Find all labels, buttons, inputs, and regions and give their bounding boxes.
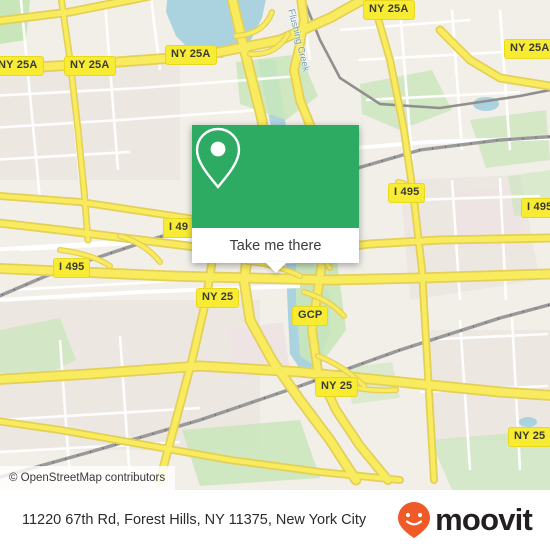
road-shield-ny25a: NY 25A <box>165 45 217 65</box>
popup-header <box>192 125 359 228</box>
attribution-text: © OpenStreetMap contributors <box>9 472 166 484</box>
road-shield-ny25: NY 25 <box>196 288 240 308</box>
road-shield-ny25a: NY 25A <box>64 56 116 76</box>
address-text: 11220 67th Rd, Forest Hills, NY 11375, N… <box>22 511 367 528</box>
road-shield-i495: I 495 <box>53 258 91 278</box>
water-pond-2 <box>519 417 537 427</box>
road-shield-ny25: NY 25 <box>508 427 550 447</box>
moovit-map-screenshot: Flushing Creek NY 25A NY 25A NY 25A NY 2… <box>0 0 550 550</box>
road-shield-i495: I 495 <box>521 198 550 218</box>
water-pond-3 <box>168 2 208 14</box>
location-popup-card[interactable]: Take me there <box>192 125 359 273</box>
road-shield-i495: I 495 <box>388 183 426 203</box>
map-canvas[interactable]: Flushing Creek NY 25A NY 25A NY 25A NY 2… <box>0 0 550 490</box>
osm-attribution[interactable]: © OpenStreetMap contributors <box>0 466 176 490</box>
moovit-logo: moovit <box>397 501 533 539</box>
road-shield-ny25: NY 25 <box>315 377 359 397</box>
popup-pointer-tail <box>264 262 287 273</box>
road-shield-ny25a: NY 25A <box>504 39 550 59</box>
road-shield-ny25a: NY 25A <box>363 0 415 20</box>
footer-bar: 11220 67th Rd, Forest Hills, NY 11375, N… <box>0 490 550 550</box>
road-shield-ny25a: NY 25A <box>0 56 44 76</box>
road-shield-i495-partial: I 49 <box>163 218 195 238</box>
map-pin-icon <box>195 127 241 189</box>
moovit-wordmark: moovit <box>435 502 533 537</box>
popup-footer[interactable]: Take me there <box>192 228 359 263</box>
moovit-pin-icon <box>398 502 431 538</box>
take-me-there-label: Take me there <box>229 237 322 254</box>
road-shield-gcp: GCP <box>292 306 329 326</box>
